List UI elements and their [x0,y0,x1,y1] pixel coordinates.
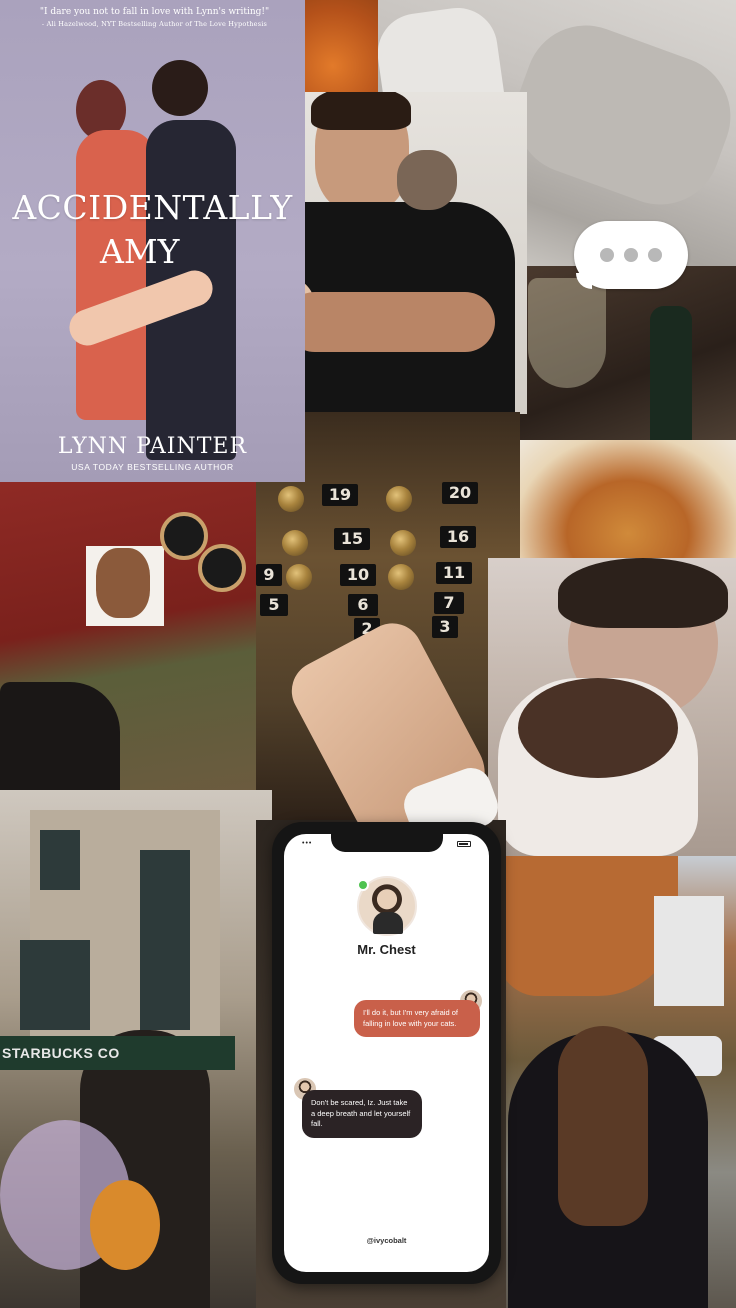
phone-notch [330,834,443,852]
floor-label: 3 [432,616,458,638]
book-quote-attribution: - Ali Hazelwood, NYT Bestselling Author … [41,20,268,28]
elevator-buttons: 19 20 15 16 10 11 9 6 7 5 2 3 [256,412,520,856]
typing-dot [600,248,614,262]
floor-label: 11 [436,562,472,584]
outgoing-message-bubble[interactable]: I'll do it, but I'm very afraid of falli… [354,1000,480,1037]
book-cover: "I dare you not to fall in love with Lyn… [0,0,305,482]
signal-icon: ••• [302,840,313,847]
book-quote: "I dare you not to fall in love with Lyn… [10,6,299,30]
incoming-message-bubble[interactable]: Don't be scared, Iz. Just take a deep br… [302,1090,422,1138]
elevator-button [286,564,312,590]
floor-label: 7 [434,592,464,614]
floor-label: 10 [340,564,376,586]
phone-mockup: ••• Mr. Chest I'll do it, but I'm very a… [272,822,501,1284]
elevator-button [388,564,414,590]
typing-dot [648,248,662,262]
floor-label: 6 [348,594,378,616]
coffee-bench-photo [0,482,258,792]
elevator-button [282,530,308,556]
creator-handle: @ivycobalt [366,1236,407,1245]
floor-label: 16 [440,526,476,548]
floor-label: 20 [442,482,478,504]
book-title-second-line: AMY [100,232,180,271]
starbucks-sign: STARBUCKS CO [0,1036,235,1070]
typing-dot [624,248,638,262]
floor-label: 9 [256,564,282,586]
chat-screen: ••• Mr. Chest I'll do it, but I'm very a… [284,834,489,1272]
floor-label: 5 [260,594,288,616]
book-title: ACCIDENTALLY [12,188,293,227]
elevator-button [390,530,416,556]
contact-name: Mr. Chest [357,942,416,957]
battery-icon [457,841,471,847]
floor-label: 15 [334,528,370,550]
floor-label: 19 [322,484,358,506]
autumn-park-photo [498,856,736,1308]
typing-indicator-bubble [574,221,688,289]
elevator-button [278,486,304,512]
online-status-icon [357,879,369,891]
girl-with-cat-photo [488,558,736,856]
elevator-button [386,486,412,512]
